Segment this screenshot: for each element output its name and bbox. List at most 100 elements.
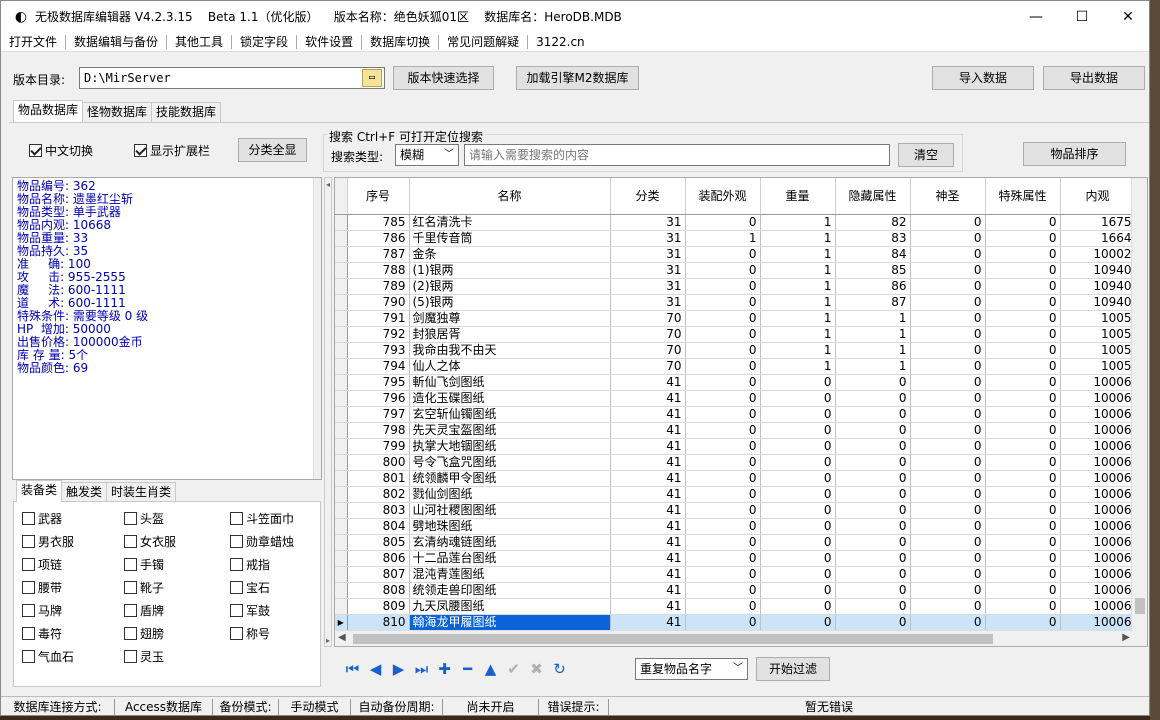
table-cell[interactable]: 0 bbox=[835, 614, 911, 631]
table-cell[interactable]: 混沌青莲图纸 bbox=[409, 566, 611, 583]
clear-button[interactable]: 清空 bbox=[898, 143, 954, 167]
table-cell[interactable]: 85 bbox=[835, 262, 911, 279]
table-cell[interactable]: 0 bbox=[985, 358, 1061, 375]
column-header[interactable]: 序号 bbox=[347, 178, 410, 215]
category-checkbox[interactable]: 毒符 bbox=[22, 625, 62, 642]
tab-trigger[interactable]: 触发类 bbox=[61, 482, 108, 502]
row-indicator[interactable] bbox=[335, 454, 348, 471]
table-cell[interactable]: 红名清洗卡 bbox=[409, 214, 611, 231]
table-cell[interactable]: 0 bbox=[685, 262, 761, 279]
table-cell[interactable]: 0 bbox=[760, 438, 836, 455]
table-cell[interactable]: 1005 bbox=[1060, 342, 1136, 359]
table-cell[interactable]: 0 bbox=[910, 614, 986, 631]
table-cell[interactable]: 70 bbox=[610, 326, 686, 343]
table-cell[interactable]: 788 bbox=[347, 262, 410, 279]
table-cell[interactable]: 0 bbox=[910, 534, 986, 551]
table-cell[interactable]: 1 bbox=[760, 246, 836, 263]
table-cell[interactable]: 0 bbox=[685, 550, 761, 567]
column-header[interactable]: 重量 bbox=[760, 178, 836, 215]
cancel-icon[interactable]: ✖ bbox=[525, 657, 548, 681]
table-cell[interactable]: 0 bbox=[985, 310, 1061, 327]
table-cell[interactable]: 0 bbox=[685, 566, 761, 583]
table-cell[interactable]: 0 bbox=[760, 582, 836, 599]
row-indicator[interactable] bbox=[335, 358, 348, 375]
table-cell[interactable]: 1 bbox=[835, 326, 911, 343]
grid-vertical-scrollbar[interactable] bbox=[1131, 178, 1147, 646]
row-indicator[interactable] bbox=[335, 374, 348, 391]
table-cell[interactable]: 1 bbox=[760, 342, 836, 359]
table-cell[interactable]: 0 bbox=[685, 502, 761, 519]
table-cell[interactable]: 809 bbox=[347, 598, 410, 615]
sort-button[interactable]: 物品排序 bbox=[1023, 142, 1126, 166]
table-row[interactable]: 794 仙人之体 70 0 1 1 0 0 1005 bbox=[335, 358, 1136, 375]
table-row[interactable]: 805 玄清纳魂链图纸 41 0 0 0 0 0 10006 bbox=[335, 534, 1136, 551]
table-cell[interactable]: 0 bbox=[760, 422, 836, 439]
table-cell[interactable]: 10006 bbox=[1060, 454, 1136, 471]
table-row[interactable]: 792 封狼居胥 70 0 1 1 0 0 1005 bbox=[335, 326, 1136, 343]
category-checkbox[interactable]: 武器 bbox=[22, 510, 62, 527]
table-cell[interactable]: 0 bbox=[685, 406, 761, 423]
first-record-icon[interactable]: ⏮ bbox=[341, 657, 364, 681]
row-indicator[interactable] bbox=[335, 406, 348, 423]
row-indicator[interactable] bbox=[335, 502, 348, 519]
table-cell[interactable]: 805 bbox=[347, 534, 410, 551]
table-cell[interactable]: 808 bbox=[347, 582, 410, 599]
category-checkbox[interactable]: 手镯 bbox=[124, 556, 164, 573]
table-cell[interactable]: 0 bbox=[910, 278, 986, 295]
menu-other-tools[interactable]: 其他工具 bbox=[167, 32, 231, 52]
table-cell[interactable]: 0 bbox=[685, 598, 761, 615]
table-cell[interactable]: 号令飞盒咒图纸 bbox=[409, 454, 611, 471]
column-header[interactable]: 神圣 bbox=[910, 178, 986, 215]
table-cell[interactable]: 0 bbox=[685, 246, 761, 263]
category-checkbox[interactable]: 女衣服 bbox=[124, 533, 176, 550]
table-cell[interactable]: 0 bbox=[760, 406, 836, 423]
table-cell[interactable]: 0 bbox=[910, 454, 986, 471]
table-cell[interactable]: 0 bbox=[910, 310, 986, 327]
table-cell[interactable]: 1 bbox=[760, 214, 836, 231]
table-cell[interactable]: 1005 bbox=[1060, 358, 1136, 375]
table-cell[interactable]: 0 bbox=[835, 486, 911, 503]
table-cell[interactable]: 0 bbox=[985, 598, 1061, 615]
column-header[interactable]: 分类 bbox=[610, 178, 686, 215]
table-row[interactable]: 800 号令飞盒咒图纸 41 0 0 0 0 0 10006 bbox=[335, 454, 1136, 471]
table-cell[interactable]: 九天凤腰图纸 bbox=[409, 598, 611, 615]
table-cell[interactable]: 0 bbox=[685, 486, 761, 503]
quick-select-button[interactable]: 版本快速选择 bbox=[393, 66, 494, 90]
minimize-button[interactable]: — bbox=[1013, 1, 1059, 32]
table-cell[interactable]: 0 bbox=[685, 422, 761, 439]
start-filter-button[interactable]: 开始过滤 bbox=[756, 657, 830, 681]
table-cell[interactable]: 31 bbox=[610, 278, 686, 295]
row-indicator[interactable] bbox=[335, 598, 348, 615]
table-row[interactable]: 785 红名清洗卡 31 0 1 82 0 0 1675 bbox=[335, 214, 1136, 231]
table-cell[interactable]: 0 bbox=[685, 534, 761, 551]
table-cell[interactable]: 0 bbox=[685, 614, 761, 631]
table-cell[interactable]: 0 bbox=[985, 262, 1061, 279]
table-cell[interactable]: 0 bbox=[685, 518, 761, 535]
tab-fashion-zodiac[interactable]: 时装生肖类 bbox=[106, 482, 177, 502]
table-cell[interactable]: 统领走兽印图纸 bbox=[409, 582, 611, 599]
table-cell[interactable]: 0 bbox=[985, 246, 1061, 263]
table-cell[interactable]: 803 bbox=[347, 502, 410, 519]
table-cell[interactable]: 0 bbox=[910, 518, 986, 535]
confirm-icon[interactable]: ✔ bbox=[502, 657, 525, 681]
table-cell[interactable]: 10006 bbox=[1060, 518, 1136, 535]
table-cell[interactable]: 先天灵宝盔图纸 bbox=[409, 422, 611, 439]
maximize-button[interactable]: ☐ bbox=[1059, 1, 1105, 32]
table-cell[interactable]: 41 bbox=[610, 534, 686, 551]
table-cell[interactable]: 0 bbox=[760, 566, 836, 583]
table-cell[interactable]: 41 bbox=[610, 470, 686, 487]
table-cell[interactable]: 0 bbox=[910, 246, 986, 263]
table-cell[interactable]: 10006 bbox=[1060, 566, 1136, 583]
refresh-icon[interactable]: ↻ bbox=[548, 657, 571, 681]
row-indicator[interactable] bbox=[335, 214, 348, 231]
row-indicator[interactable] bbox=[335, 422, 348, 439]
table-cell[interactable]: 0 bbox=[835, 598, 911, 615]
table-cell[interactable]: 786 bbox=[347, 230, 410, 247]
table-cell[interactable]: 10002 bbox=[1060, 246, 1136, 263]
table-cell[interactable]: 0 bbox=[985, 534, 1061, 551]
table-cell[interactable]: 1 bbox=[760, 278, 836, 295]
search-type-select[interactable]: 模糊 ﹀ bbox=[395, 144, 459, 166]
table-cell[interactable]: 807 bbox=[347, 566, 410, 583]
info-scrollbar[interactable] bbox=[313, 178, 321, 479]
table-cell[interactable]: 31 bbox=[610, 246, 686, 263]
